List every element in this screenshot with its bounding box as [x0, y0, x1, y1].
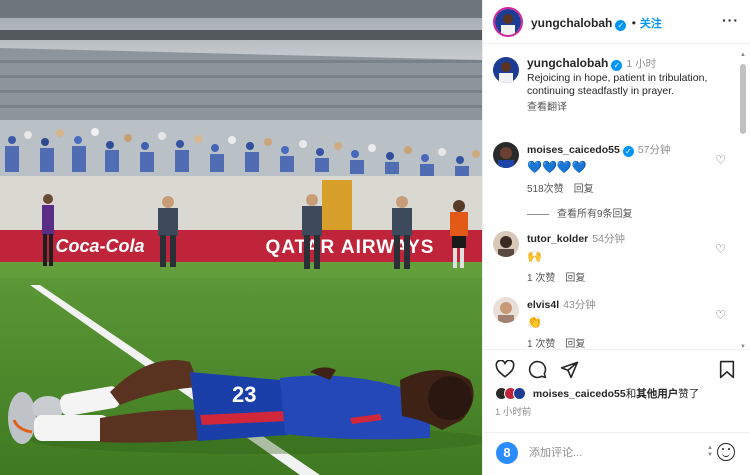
- comment-time: 54分钟: [592, 233, 625, 245]
- jersey-number: 23: [232, 382, 256, 407]
- scroll-up-arrow-icon[interactable]: ▲: [739, 52, 747, 58]
- author-avatar[interactable]: [493, 7, 523, 37]
- comment-username[interactable]: moises_caicedo55: [527, 144, 620, 156]
- comment-heart-icon[interactable]: ♡: [715, 308, 726, 322]
- view-replies-link[interactable]: 查看所有9条回复: [527, 205, 633, 220]
- comment-avatar[interactable]: [493, 231, 519, 257]
- comment-text: 👏: [527, 315, 542, 329]
- caption-time: 1 小时: [626, 58, 657, 70]
- caption-username[interactable]: yungchalobah: [527, 56, 608, 70]
- reply-button[interactable]: 回复: [565, 339, 585, 348]
- more-options-icon[interactable]: ···: [722, 12, 739, 28]
- comment-input[interactable]: [529, 443, 689, 463]
- comment-like-count[interactable]: 518次赞: [527, 184, 564, 195]
- comment-header: elvis4l 43分钟: [527, 297, 738, 312]
- comment-icon[interactable]: [528, 360, 547, 384]
- likes-user[interactable]: moises_caicedo55: [533, 388, 626, 400]
- comment-username[interactable]: elvis4l: [527, 299, 559, 311]
- comment-meta: 1 次赞 回复: [527, 335, 738, 348]
- comment-header: moises_caicedo55 ✓ 57分钟: [527, 142, 738, 157]
- follow-button[interactable]: 关注: [640, 18, 662, 30]
- caption-avatar[interactable]: [493, 57, 519, 83]
- verified-badge-icon: ✓: [622, 146, 634, 157]
- heart-icon[interactable]: [495, 359, 515, 383]
- caption-block: yungchalobah ✓ 1 小时 Rejoicing in hope, pat…: [493, 56, 738, 115]
- comment-avatar-image: [493, 297, 519, 323]
- see-translation-link[interactable]: 查看翻译: [527, 101, 738, 115]
- bookmark-icon-svg: [719, 360, 735, 379]
- heart-icon-svg: [495, 359, 515, 378]
- caption-avatar-image: [493, 57, 519, 83]
- add-comment-bar: 8 ▲▼: [483, 432, 750, 475]
- comment-item: moises_caicedo55 ✓ 57分钟 💙💙💙💙 518次赞 回复 ♡: [493, 142, 738, 195]
- reply-button[interactable]: 回复: [574, 184, 594, 195]
- comment-avatar[interactable]: [493, 297, 519, 323]
- app-logo-icon: 8: [496, 442, 518, 464]
- likes-suffix: 赞了: [678, 388, 700, 400]
- input-spinner-icon[interactable]: ▲ ▼: [707, 445, 713, 459]
- comment-avatar[interactable]: [493, 142, 519, 168]
- comments-scrollbar[interactable]: ▲ ▼: [739, 52, 747, 350]
- likes-summary[interactable]: moises_caicedo55和其他用户赞了: [495, 386, 699, 401]
- reply-button[interactable]: 回复: [565, 273, 585, 284]
- verified-badge-icon: ✓: [615, 20, 627, 31]
- send-icon-svg: [560, 361, 579, 379]
- liker-avatar: [513, 387, 526, 400]
- post-timestamp: 1 小时前: [495, 407, 532, 418]
- comment-time: 57分钟: [637, 144, 671, 156]
- comment-avatar-image: [493, 231, 519, 257]
- comment-text: 💙💙💙💙: [527, 160, 587, 174]
- stadium-scene: Coca-Cola QATAR AIRWAYS 23: [0, 0, 482, 475]
- author-line: yungchalobah ✓ • 关注: [531, 15, 662, 31]
- separator-dot: •: [631, 16, 636, 30]
- likes-others[interactable]: 其他用户: [636, 388, 678, 400]
- verified-badge-icon: ✓: [611, 60, 623, 71]
- sponsor-board-left: Coca-Cola: [55, 236, 144, 256]
- comment-item: elvis4l 43分钟 👏 1 次赞 回复 ♡: [493, 297, 738, 348]
- bookmark-icon[interactable]: [719, 360, 735, 384]
- comment-like-count[interactable]: 1 次赞: [527, 339, 555, 348]
- post-panel: yungchalobah ✓ • 关注 ··· yungchalobah ✓ 1 小时 …: [482, 0, 750, 475]
- author-username[interactable]: yungchalobah: [531, 16, 612, 30]
- author-avatar-image: [495, 9, 521, 35]
- send-icon[interactable]: [560, 360, 579, 384]
- comment-icon-svg: [528, 360, 547, 379]
- comment-meta: 518次赞 回复: [527, 180, 738, 195]
- emoji-icon[interactable]: [717, 443, 735, 461]
- view-replies-label: 查看所有9条回复: [557, 209, 633, 220]
- post-header: yungchalobah ✓ • 关注 ···: [483, 0, 750, 44]
- comment-heart-icon[interactable]: ♡: [715, 242, 726, 256]
- comment-item: tutor_kolder 54分钟 🙌 1 次赞 回复 ♡: [493, 231, 738, 284]
- post-photo: Coca-Cola QATAR AIRWAYS 23: [0, 0, 482, 475]
- replies-dash: [527, 213, 549, 215]
- likes-connector: 和: [625, 388, 637, 400]
- caption-body: yungchalobah ✓ 1 小时 Rejoicing in hope, pat…: [527, 56, 738, 115]
- comment-avatar-image: [493, 142, 519, 168]
- comment-heart-icon[interactable]: ♡: [715, 153, 726, 167]
- comment-username[interactable]: tutor_kolder: [527, 233, 588, 245]
- likes-text: moises_caicedo55和其他用户赞了: [533, 388, 699, 400]
- comment-meta: 1 次赞 回复: [527, 269, 738, 284]
- caption-text: Rejoicing in hope, patient in tribulatio…: [527, 71, 708, 98]
- comment-like-count[interactable]: 1 次赞: [527, 273, 555, 284]
- comment-text: 🙌: [527, 249, 542, 263]
- comments-scroll-area[interactable]: yungchalobah ✓ 1 小时 Rejoicing in hope, pat…: [483, 45, 750, 348]
- scrollbar-thumb[interactable]: [740, 64, 746, 134]
- comment-header: tutor_kolder 54分钟: [527, 231, 738, 246]
- comment-time: 43分钟: [563, 299, 596, 311]
